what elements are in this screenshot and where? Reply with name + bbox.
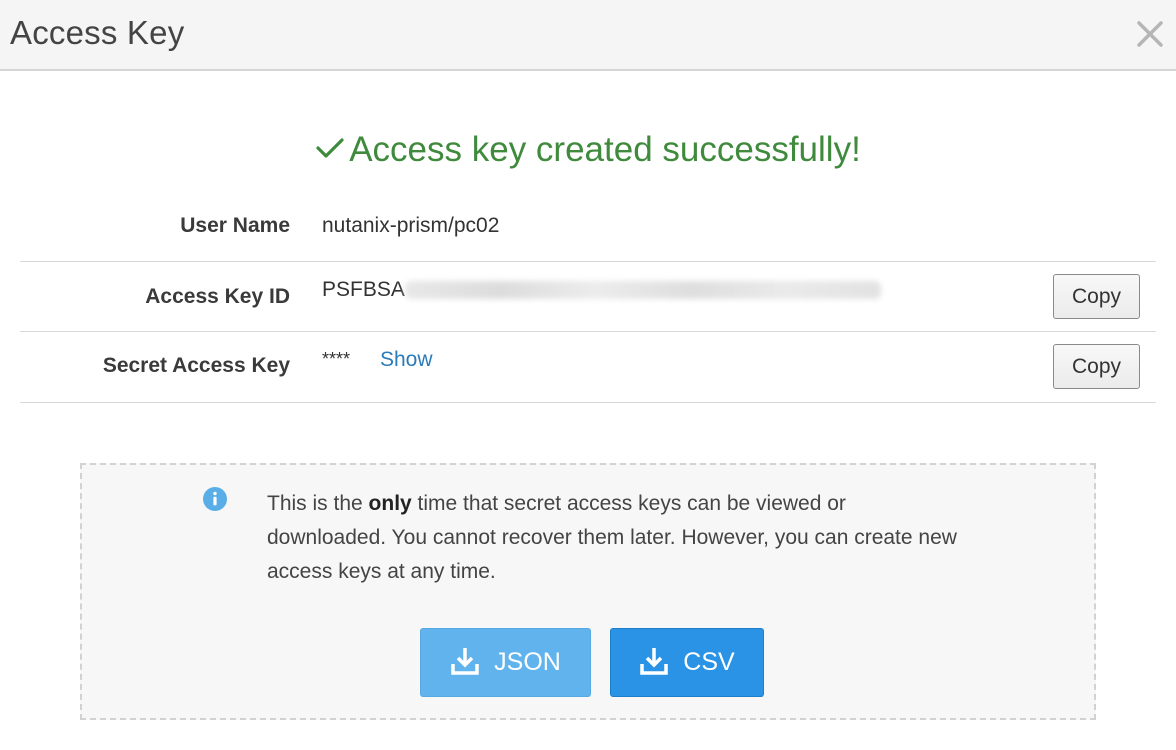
copy-secret-access-key-button[interactable]: Copy — [1053, 344, 1140, 389]
redacted-key — [404, 281, 881, 300]
download-json-label: JSON — [494, 648, 561, 676]
secret-access-key-row: Secret Access Key **** Show Copy — [20, 332, 1156, 403]
download-json-button[interactable]: JSON — [420, 628, 591, 697]
show-secret-link[interactable]: Show — [380, 348, 433, 372]
user-name-row: User Name nutanix-prism/pc02 — [20, 195, 1156, 262]
notice-text: This is the only time that secret access… — [267, 487, 967, 589]
secret-masked-value: **** — [322, 349, 351, 369]
success-banner: Access key created successfully! — [0, 130, 1176, 170]
access-key-dialog: Access Key Access key created successful… — [0, 0, 1176, 750]
access-key-id-prefix: PSFBSA — [322, 278, 405, 301]
notice-text-bold: only — [368, 492, 412, 515]
access-key-id-row: Access Key ID PSFBSA Copy — [20, 262, 1156, 332]
access-key-id-label: Access Key ID — [145, 285, 290, 308]
notice-box: This is the only time that secret access… — [80, 463, 1096, 720]
access-key-id-value: PSFBSA — [322, 278, 881, 302]
download-csv-label: CSV — [683, 648, 735, 676]
notice-text-before: This is the — [267, 492, 369, 515]
checkmark-icon — [315, 129, 345, 169]
user-name-label: User Name — [180, 214, 290, 237]
close-icon[interactable] — [1134, 18, 1166, 50]
success-message: Access key created successfully! — [349, 130, 861, 169]
info-icon — [203, 487, 227, 511]
download-icon — [451, 647, 479, 675]
download-icon — [640, 647, 669, 675]
dialog-header: Access Key — [0, 0, 1176, 71]
user-name-value: nutanix-prism/pc02 — [322, 214, 500, 237]
secret-access-key-label: Secret Access Key — [102, 354, 290, 377]
download-csv-button[interactable]: CSV — [610, 628, 764, 697]
dialog-title: Access Key — [10, 14, 185, 51]
copy-access-key-id-button[interactable]: Copy — [1053, 274, 1140, 319]
